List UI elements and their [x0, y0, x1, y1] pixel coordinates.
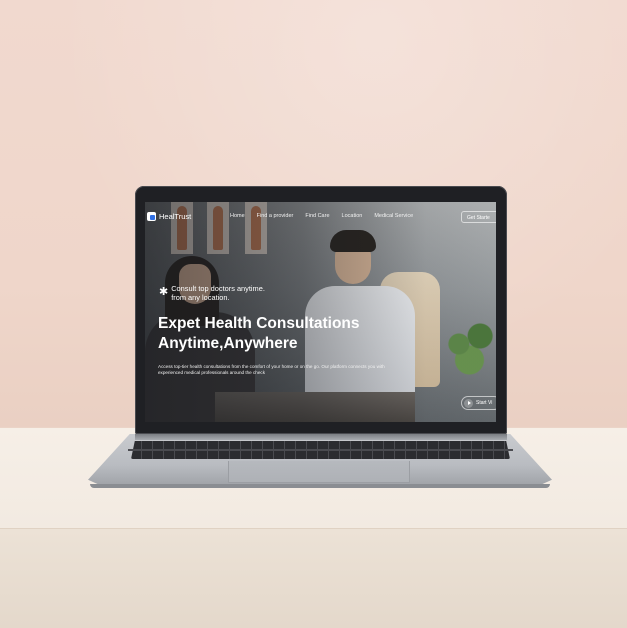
- nav-item-find-provider[interactable]: Find a provider: [257, 213, 294, 219]
- sparkle-icon: ✱: [159, 286, 169, 298]
- get-started-button[interactable]: Get Starte: [461, 211, 496, 223]
- hero-overlay: [145, 202, 496, 422]
- headline-line-1: Expet Health Consultations: [158, 315, 360, 332]
- hero-description: Access top-tier health consultations fro…: [158, 364, 385, 375]
- nav-item-location[interactable]: Location: [342, 213, 363, 219]
- hero-headline: Expet Health Consultations Anytime,Anywh…: [158, 314, 360, 354]
- table-front: [0, 528, 627, 628]
- brand-name: HealTrust: [159, 212, 192, 221]
- start-video-label: Start Vi: [476, 400, 493, 406]
- laptop-base-front: [90, 484, 550, 488]
- logo-mark-icon: [147, 212, 156, 221]
- nav-item-medical-service[interactable]: Medical Service: [374, 213, 413, 219]
- headline-line-2: Anytime,Anywhere: [158, 335, 298, 352]
- nav-item-find-care[interactable]: Find Care: [305, 213, 329, 219]
- tagline-line-2: from any location.: [171, 293, 230, 302]
- laptop-trackpad: [228, 461, 410, 483]
- laptop-hinge: [135, 434, 507, 440]
- start-video-button[interactable]: Start Vi: [461, 396, 496, 410]
- tagline-line-1: Consult top doctors anytime.: [171, 284, 265, 293]
- brand-logo[interactable]: HealTrust: [147, 212, 191, 221]
- nav-links: Home Find a provider Find Care Location …: [230, 213, 413, 219]
- top-nav: HealTrust Home Find a provider Find Care…: [145, 210, 496, 226]
- play-icon: [464, 398, 473, 408]
- nav-item-home[interactable]: Home: [230, 213, 245, 219]
- keyboard-row-divider: [128, 449, 513, 451]
- hero-tagline: ✱ Consult top doctors anytime. from any …: [159, 284, 265, 302]
- laptop-screen: HealTrust Home Find a provider Find Care…: [145, 202, 496, 422]
